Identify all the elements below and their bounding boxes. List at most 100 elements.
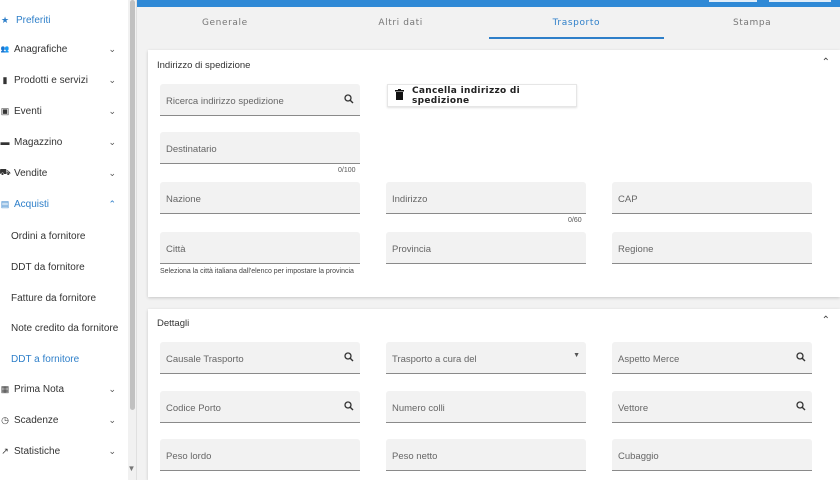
trending-icon: ↗ [1, 445, 9, 456]
destinatario-field[interactable]: Destinatario [160, 132, 360, 164]
field-label: Città [166, 244, 186, 255]
chevron-down-icon: ⌄ [108, 414, 116, 425]
sidebar-item-label: Eventi [14, 105, 42, 117]
search-icon[interactable] [344, 352, 354, 365]
chevron-down-icon: ⌄ [108, 105, 116, 116]
field-label: CAP [618, 194, 638, 205]
search-icon[interactable] [344, 401, 354, 414]
top-app-bar [137, 0, 840, 7]
sidebar-item-prima-nota[interactable]: ▦ Prima Nota ⌄ [0, 375, 128, 403]
sidebar-subitem-fatture[interactable]: Fatture da fornitore [11, 288, 96, 308]
chevron-down-icon: ⌄ [108, 445, 116, 456]
field-label: Codice Porto [166, 403, 221, 414]
ledger-icon: ▦ [0, 383, 10, 394]
top-action-button[interactable] [769, 0, 831, 2]
sidebar-subitem-label: DDT da fornitore [11, 261, 85, 273]
sidebar-item-label: Statistiche [14, 445, 61, 457]
app-window: ★ Preferiti 👥 Anagrafiche ⌄ ▮ Prodotti e… [0, 0, 840, 480]
star-icon: ★ [0, 14, 10, 25]
sidebar-item-scadenze[interactable]: ◷ Scadenze ⌄ [0, 406, 128, 434]
chevron-up-icon[interactable]: ⌃ [822, 315, 830, 326]
nazione-field[interactable]: Nazione [160, 182, 360, 214]
numero-colli-field[interactable]: Numero colli [386, 391, 586, 423]
field-label: Provincia [392, 244, 432, 255]
codice-porto-field[interactable]: Codice Porto [160, 391, 360, 423]
search-icon[interactable] [796, 401, 806, 414]
sidebar-item-label: Scadenze [14, 414, 59, 426]
shipping-search-input[interactable]: Ricerca indirizzo spedizione [160, 84, 360, 116]
tab-generale[interactable]: Generale [137, 7, 313, 39]
sidebar-item-acquisti[interactable]: ▤ Acquisti ⌃ [0, 190, 128, 218]
peso-netto-field[interactable]: Peso netto [386, 439, 586, 471]
dropdown-arrow-icon[interactable]: ▼ [573, 352, 580, 359]
sidebar-subitem-label: Note credito da fornitore [11, 322, 119, 334]
trasporto-a-cura-select[interactable]: Trasporto a cura del ▼ [386, 342, 586, 374]
people-icon: 👥 [0, 46, 10, 53]
tab-trasporto[interactable]: Trasporto [488, 7, 665, 39]
sidebar-item-statistiche[interactable]: ↗ Statistiche ⌄ [0, 437, 128, 465]
sidebar-item-prodotti[interactable]: ▮ Prodotti e servizi ⌄ [0, 66, 128, 94]
tab-label: Altri dati [378, 18, 423, 28]
chevron-down-icon: ⌄ [108, 136, 116, 147]
indirizzo-field[interactable]: Indirizzo [386, 182, 586, 214]
sidebar-item-label: Prima Nota [14, 383, 65, 395]
cap-field[interactable]: CAP [612, 182, 812, 214]
chevron-down-icon: ⌄ [108, 74, 116, 85]
chevron-down-icon: ⌄ [108, 383, 116, 394]
sidebar-item-label: Prodotti e servizi [14, 74, 88, 86]
sidebar-subitem-ddt-da[interactable]: DDT da fornitore [11, 257, 85, 277]
tab-label: Generale [201, 18, 248, 28]
sidebar-subitem-note-credito[interactable]: Note credito da fornitore [11, 318, 118, 338]
field-label: Aspetto Merce [618, 354, 680, 365]
tab-altri-dati[interactable]: Altri dati [313, 7, 489, 39]
regione-field[interactable]: Regione [612, 232, 812, 264]
indirizzo-counter: 0/60 [568, 217, 582, 224]
tab-bar: Generale Altri dati Trasporto Stampa [137, 7, 840, 39]
trash-icon [395, 88, 404, 103]
tab-label: Stampa [732, 18, 772, 28]
card-title: Indirizzo di spedizione [157, 60, 251, 71]
citta-hint: Seleziona la città italiana dall'elenco … [160, 268, 354, 275]
sidebar-item-vendite[interactable]: ⛟ Vendite ⌄ [0, 159, 128, 187]
sidebar-subitem-ordini[interactable]: Ordini a fornitore [11, 226, 85, 246]
vettore-field[interactable]: Vettore [612, 391, 812, 423]
receipt-icon: ▤ [0, 198, 10, 209]
delete-shipping-address-button[interactable]: Cancella indirizzo di spedizione [387, 84, 577, 107]
sidebar-subitem-label: DDT a fornitore [11, 353, 80, 365]
calendar-icon: ▣ [0, 105, 10, 116]
field-label: Trasporto a cura del [392, 354, 477, 365]
top-action-button[interactable] [709, 0, 757, 2]
field-label: Regione [618, 244, 654, 255]
provincia-field[interactable]: Provincia [386, 232, 586, 264]
peso-lordo-field[interactable]: Peso lordo [160, 439, 360, 471]
field-label: Indirizzo [392, 194, 428, 205]
shopping-bag-icon: ⛟ [0, 167, 11, 177]
chevron-up-icon[interactable]: ⌃ [822, 57, 830, 68]
search-icon[interactable] [796, 352, 806, 365]
sidebar-item-label: Magazzino [14, 136, 63, 148]
field-label: Vettore [618, 403, 649, 414]
sidebar-item-anagrafiche[interactable]: 👥 Anagrafiche ⌄ [0, 35, 128, 63]
sidebar-item-eventi[interactable]: ▣ Eventi ⌄ [0, 97, 128, 125]
chevron-down-icon: ⌄ [108, 43, 116, 54]
aspetto-merce-field[interactable]: Aspetto Merce [612, 342, 812, 374]
card-title: Dettagli [157, 318, 190, 329]
scroll-down-arrow-icon[interactable]: ▼ [127, 464, 136, 473]
field-label: Nazione [166, 194, 201, 205]
sidebar-subitem-ddt-a[interactable]: DDT a fornitore [11, 349, 79, 369]
button-label: Cancella indirizzo di spedizione [412, 85, 521, 106]
field-label: Causale Trasporto [166, 354, 244, 365]
sidebar-item-preferiti[interactable]: ★ Preferiti [0, 6, 128, 34]
field-label: Peso lordo [166, 451, 212, 462]
field-label: Ricerca indirizzo spedizione [166, 96, 284, 107]
field-label: Destinatario [166, 144, 217, 155]
field-label: Cubaggio [618, 451, 659, 462]
sidebar-item-magazzino[interactable]: ▬ Magazzino ⌄ [0, 128, 128, 156]
tab-stampa[interactable]: Stampa [664, 7, 840, 39]
citta-field[interactable]: Città [160, 232, 360, 264]
search-icon[interactable] [344, 94, 354, 107]
cubaggio-field[interactable]: Cubaggio [612, 439, 812, 471]
causale-trasporto-field[interactable]: Causale Trasporto [160, 342, 360, 374]
sidebar-subitem-label: Ordini a fornitore [11, 230, 86, 242]
sidebar-scroll-thumb[interactable] [130, 0, 135, 410]
